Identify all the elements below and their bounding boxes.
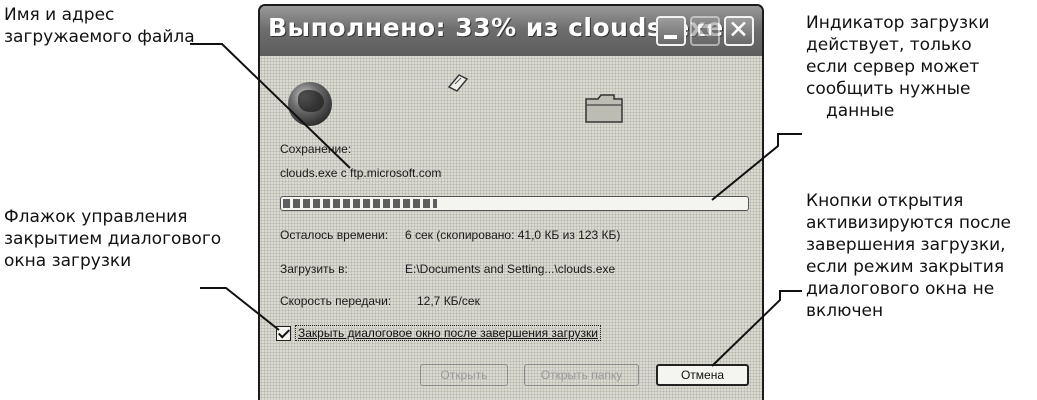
- progress-fill: [283, 199, 438, 208]
- callout-buttons-line-2: активизируются после: [806, 213, 1012, 233]
- callout-checkbox: Флажок управления закрытием диалогового …: [4, 206, 221, 272]
- download-dialog: Выполнено: 33% из clouds.exe ✕ Сохранени…: [258, 4, 764, 400]
- flying-document-icon: [447, 74, 469, 92]
- maximize-icon: [698, 24, 711, 36]
- close-on-complete-label[interactable]: Закрыть диалоговое окно после завершения…: [295, 325, 601, 341]
- callout-progress-line-3: если сервер может: [806, 57, 980, 77]
- globe-icon: [288, 82, 332, 126]
- download-to-label: Загрузить в:: [280, 262, 348, 276]
- callout-progress-line-2: действует, только: [806, 35, 972, 55]
- callout-buttons-line-6: включен: [806, 301, 884, 321]
- close-on-complete-checkbox[interactable]: [276, 326, 291, 341]
- callout-buttons-line-4: если режим закрытия: [806, 257, 1005, 277]
- cancel-button[interactable]: Отмена: [656, 364, 749, 386]
- callout-checkbox-line-2: закрытием диалогового: [4, 229, 222, 249]
- time-left-value: 6 сек (скопировано: 41,0 КБ из 123 КБ): [405, 228, 621, 242]
- callout-checkbox-line-3: окна загрузки: [4, 251, 132, 271]
- folder-icon: [585, 94, 623, 123]
- callout-file-name-line-2: загружаемого файла: [4, 27, 195, 47]
- callout-file-name: Имя и адрес загружаемого файла: [4, 4, 195, 48]
- minimize-icon: [664, 35, 677, 39]
- callout-buttons: Кнопки открытия активизируются после зав…: [806, 190, 1011, 322]
- callout-checkbox-line-1: Флажок управления: [4, 207, 188, 227]
- callout-progress-line-5: данные: [826, 101, 895, 121]
- download-progress-bar: [280, 196, 749, 211]
- file-source-text: clouds.exe с ftp.microsoft.com: [280, 166, 442, 180]
- callout-file-name-line-1: Имя и адрес: [4, 5, 115, 25]
- open-button: Открыть: [420, 364, 508, 386]
- time-left-label: Осталось времени:: [280, 228, 389, 242]
- minimize-button[interactable]: [656, 16, 686, 46]
- callout-buttons-line-1: Кнопки открытия: [806, 191, 964, 211]
- callout-progress-line-4: сообщить нужные: [806, 79, 971, 99]
- saving-label: Сохранение:: [280, 142, 352, 156]
- callout-progress: Индикатор загрузки действует, только есл…: [806, 12, 989, 122]
- open-folder-button: Открыть папку: [524, 364, 639, 386]
- speed-value: 12,7 КБ/сек: [417, 294, 480, 308]
- close-button[interactable]: ✕: [724, 15, 754, 46]
- callout-buttons-line-3: завершения загрузки,: [806, 235, 1006, 255]
- callout-progress-line-1: Индикатор загрузки: [806, 13, 990, 33]
- speed-label: Скорость передачи:: [280, 294, 392, 308]
- maximize-button: [690, 16, 720, 46]
- callout-buttons-line-5: диалогового окна не: [806, 279, 995, 299]
- download-to-value: E:\Documents and Setting...\clouds.exe: [405, 262, 616, 276]
- close-icon: ✕: [728, 15, 749, 44]
- title-bar[interactable]: Выполнено: 33% из clouds.exe ✕: [260, 6, 762, 56]
